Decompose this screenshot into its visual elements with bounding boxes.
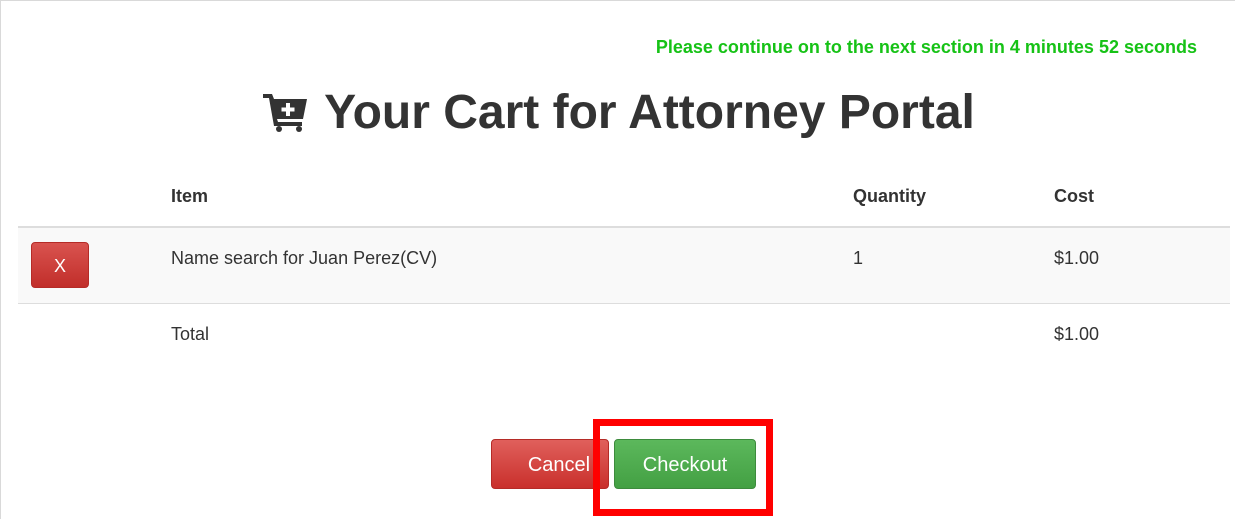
header-cost: Cost [1054, 166, 1230, 228]
page-title: Your Cart for Attorney Portal [1, 85, 1235, 140]
countdown-message: Please continue on to the next section i… [655, 37, 1197, 57]
row-item: Name search for Juan Perez(CV) [171, 227, 853, 304]
checkout-button[interactable]: Checkout [614, 439, 756, 489]
cancel-button[interactable]: Cancel [491, 439, 609, 489]
header-quantity: Quantity [853, 166, 1054, 228]
row-quantity: 1 [853, 227, 1054, 304]
cart-table: Item Quantity Cost X Name search for Jua… [18, 166, 1230, 380]
page-frame: Please continue on to the next section i… [0, 0, 1235, 519]
total-row: Total $1.00 [18, 303, 1230, 380]
remove-item-button[interactable]: X [31, 242, 89, 288]
header-item: Item [171, 166, 853, 228]
cart-plus-icon [262, 89, 310, 132]
total-label: Total [171, 323, 210, 344]
page-title-text: Your Cart for Attorney Portal [324, 86, 975, 139]
total-quantity-cell [853, 303, 1054, 380]
row-cost: $1.00 [1054, 227, 1230, 304]
table-header-row: Item Quantity Cost [18, 166, 1230, 228]
total-empty-cell [18, 303, 171, 380]
header-delete [18, 166, 171, 228]
row-delete-cell: X [18, 227, 171, 304]
total-cost: $1.00 [1054, 323, 1100, 344]
table-row: X Name search for Juan Perez(CV) 1 $1.00 [18, 227, 1230, 304]
